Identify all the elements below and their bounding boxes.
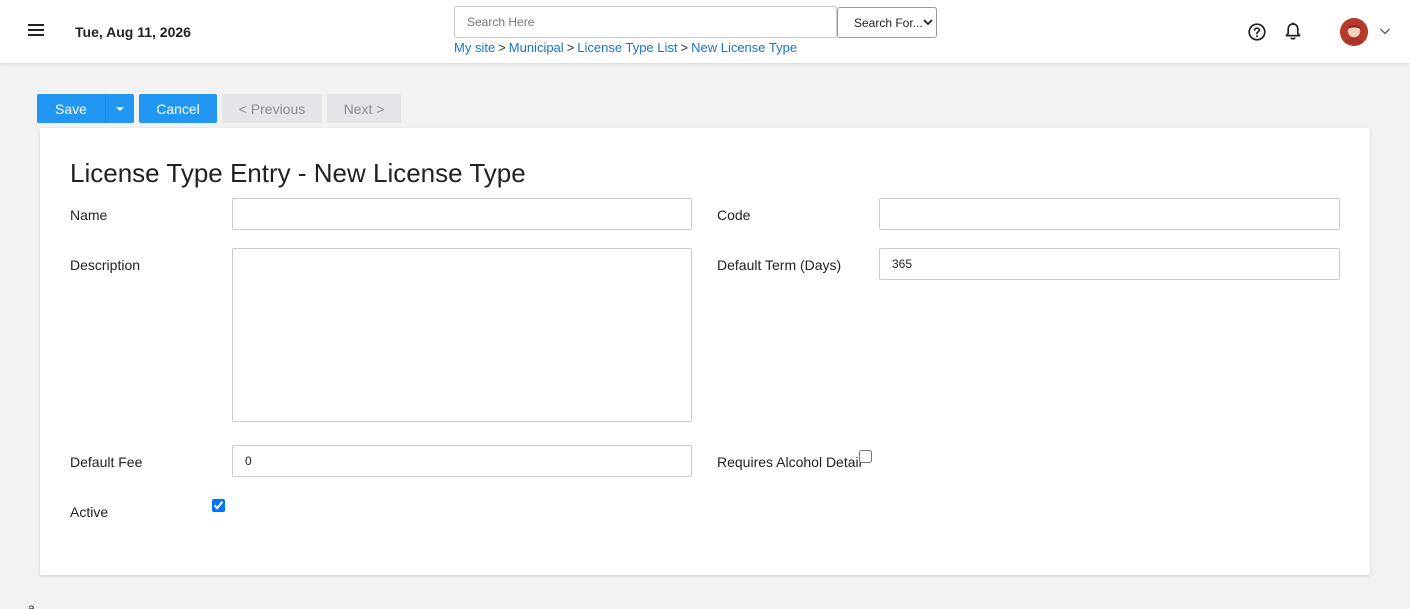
save-options-dropdown[interactable] bbox=[105, 94, 134, 123]
chevron-down-icon bbox=[923, 19, 933, 26]
breadcrumb-municipal[interactable]: Municipal bbox=[509, 40, 564, 55]
breadcrumb: My site > Municipal > License Type List > New … bbox=[454, 40, 797, 55]
chevron-down-icon[interactable] bbox=[1379, 26, 1391, 36]
breadcrumb-new-license-type[interactable]: New License Type bbox=[691, 40, 797, 55]
bell-icon[interactable] bbox=[1284, 22, 1302, 41]
description-field[interactable] bbox=[232, 248, 692, 422]
top-bar: Tue, Aug 11, 2026 Search For... My site>… bbox=[0, 0, 1410, 63]
caret-down-icon bbox=[116, 106, 124, 111]
action-toolbar: Save Cancel < Previous Next > bbox=[37, 94, 401, 123]
code-field[interactable] bbox=[879, 198, 1340, 230]
license-type-form: License Type Entry - New License Type Na… bbox=[40, 128, 1370, 575]
default-fee-field[interactable] bbox=[232, 445, 692, 477]
footer-text: a bbox=[28, 601, 35, 609]
default-term-field[interactable] bbox=[879, 248, 1340, 280]
next-button[interactable]: Next > bbox=[327, 94, 401, 123]
default-fee-label: Default Fee bbox=[70, 454, 143, 470]
default-term-label: Default Term (Days) bbox=[717, 257, 842, 273]
user-avatar[interactable] bbox=[1340, 18, 1368, 46]
breadcrumb-separator: > bbox=[680, 40, 689, 55]
search-input[interactable] bbox=[454, 6, 837, 38]
code-label: Code bbox=[717, 207, 751, 223]
hamburger-menu-icon[interactable] bbox=[27, 22, 45, 40]
breadcrumb-license-type-list[interactable]: License Type List bbox=[577, 40, 677, 55]
breadcrumb-separator: > bbox=[498, 40, 506, 55]
save-button[interactable]: Save bbox=[37, 94, 105, 123]
previous-button[interactable]: < Previous bbox=[222, 94, 322, 123]
name-field[interactable] bbox=[232, 198, 692, 230]
current-date: Tue, Aug 11, 2026 bbox=[75, 24, 191, 40]
cancel-button[interactable]: Cancel bbox=[139, 94, 217, 123]
name-label: Name bbox=[70, 207, 108, 223]
requires-alcohol-checkbox[interactable] bbox=[859, 450, 872, 463]
active-checkbox[interactable] bbox=[212, 499, 225, 512]
active-label: Active bbox=[70, 504, 109, 520]
page-title: License Type Entry - New License Type bbox=[70, 158, 526, 188]
breadcrumb-separator: > bbox=[566, 40, 575, 55]
help-circle-icon[interactable] bbox=[1248, 23, 1266, 41]
search-for-select[interactable]: Search For... bbox=[837, 7, 937, 38]
search-for-selected: Search For... bbox=[854, 15, 923, 30]
requires-alcohol-label: Requires Alcohol Detail bbox=[717, 454, 862, 470]
breadcrumb-my-site[interactable]: My site bbox=[454, 40, 495, 55]
description-label: Description bbox=[70, 257, 141, 273]
